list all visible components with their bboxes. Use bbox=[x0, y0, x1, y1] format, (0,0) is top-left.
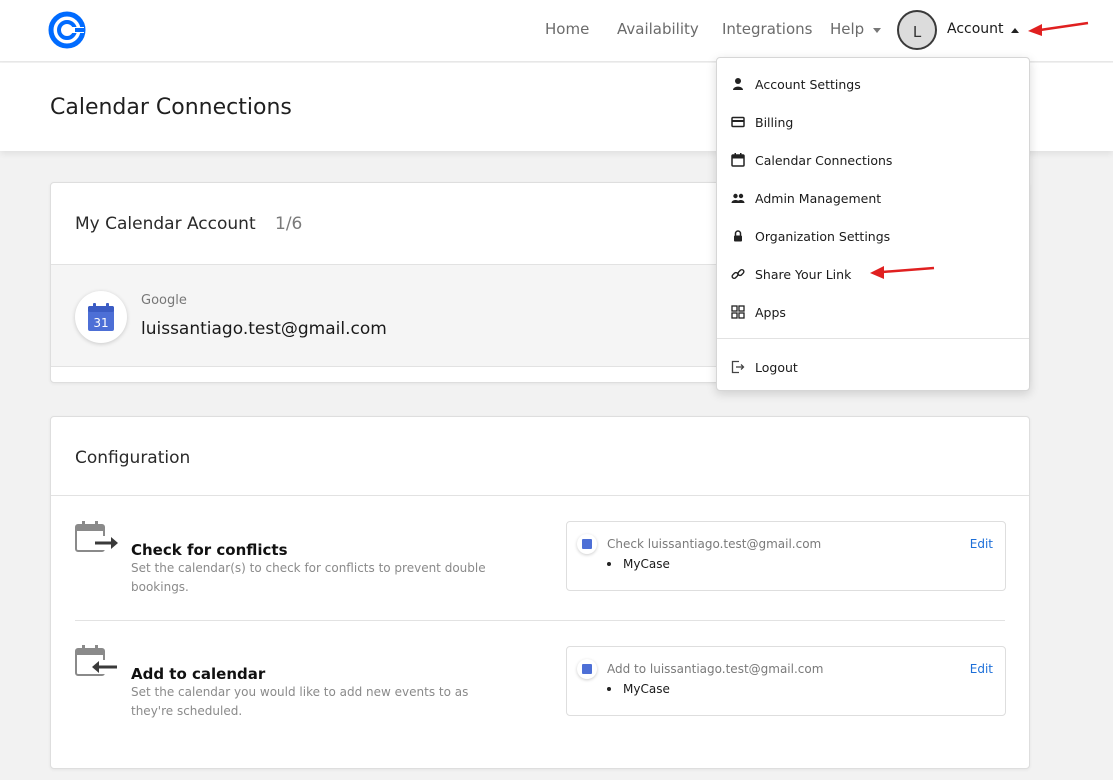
calendar-arrow-right-icon bbox=[75, 521, 118, 552]
calendar-arrow-left-icon bbox=[75, 645, 117, 676]
calendar-account-count: 1/6 bbox=[275, 214, 303, 234]
configuration-card: Configuration Check for conflicts Set th… bbox=[50, 416, 1030, 769]
menu-item-label: Billing bbox=[755, 115, 794, 130]
menu-item-calendar-connections[interactable]: Calendar Connections bbox=[717, 141, 1029, 179]
configuration-title: Configuration bbox=[75, 448, 191, 468]
menu-item-apps[interactable]: Apps bbox=[717, 293, 1029, 331]
nav-account-menu[interactable]: Account bbox=[947, 21, 1004, 37]
person-icon bbox=[733, 78, 743, 90]
help-chevron-down-icon[interactable] bbox=[873, 28, 881, 33]
calendar-provider: Google bbox=[141, 293, 187, 308]
google-calendar-badge: 31 bbox=[75, 291, 127, 343]
check-conflicts-account: Check luissantiago.test@gmail.com bbox=[607, 537, 822, 551]
menu-item-account-settings[interactable]: Account Settings bbox=[717, 65, 1029, 103]
check-conflicts-title: Check for conflicts bbox=[131, 541, 288, 559]
mini-google-calendar-badge bbox=[577, 534, 597, 554]
menu-item-billing[interactable]: Billing bbox=[717, 103, 1029, 141]
add-to-calendar-edit-link[interactable]: Edit bbox=[970, 662, 993, 676]
menu-item-label: Account Settings bbox=[755, 77, 861, 92]
menu-divider bbox=[717, 338, 1029, 339]
annotation-arrow-icon bbox=[1028, 21, 1089, 36]
credit-card-icon bbox=[731, 116, 745, 128]
add-to-calendar-box: Add to luissantiago.test@gmail.com Edit … bbox=[566, 646, 1006, 716]
bullet-dot bbox=[607, 687, 611, 691]
annotation-arrow-icon bbox=[870, 266, 935, 279]
menu-item-label: Calendar Connections bbox=[755, 153, 893, 168]
check-conflicts-description: Set the calendar(s) to check for conflic… bbox=[131, 561, 486, 594]
link-icon bbox=[731, 268, 745, 280]
calendar-account-title: My Calendar Account bbox=[75, 214, 256, 234]
menu-item-logout[interactable]: Logout bbox=[717, 348, 1029, 386]
menu-item-label: Organization Settings bbox=[755, 229, 891, 244]
mini-calendar-icon bbox=[582, 539, 592, 549]
top-navigation: Home Availability Integrations Help L Ac… bbox=[0, 0, 1113, 62]
add-to-calendar-calendar: MyCase bbox=[623, 682, 670, 696]
add-to-calendar-account: Add to luissantiago.test@gmail.com bbox=[607, 662, 824, 676]
logout-icon bbox=[731, 360, 745, 374]
configuration-row-divider bbox=[75, 620, 1005, 621]
nav-help-menu[interactable]: Help bbox=[830, 20, 864, 38]
check-conflicts-edit-link[interactable]: Edit bbox=[970, 537, 993, 551]
calendar-icon bbox=[731, 153, 745, 167]
apps-grid-icon bbox=[731, 305, 745, 319]
menu-item-organization-settings[interactable]: Organization Settings bbox=[717, 217, 1029, 255]
menu-item-label: Admin Management bbox=[755, 191, 882, 206]
account-dropdown-menu: Account Settings Billing Calendar Connec… bbox=[716, 57, 1030, 391]
google-calendar-icon: 31 bbox=[88, 303, 114, 331]
nav-integrations-link[interactable]: Integrations bbox=[722, 20, 812, 38]
menu-item-label: Apps bbox=[755, 305, 786, 320]
google-calendar-day: 31 bbox=[93, 316, 108, 330]
avatar-initial: L bbox=[912, 22, 922, 41]
mini-calendar-icon bbox=[582, 664, 592, 674]
menu-item-label: Share Your Link bbox=[755, 267, 852, 282]
menu-item-admin-management[interactable]: Admin Management bbox=[717, 179, 1029, 217]
add-to-calendar-title: Add to calendar bbox=[131, 665, 266, 683]
check-conflicts-calendar: MyCase bbox=[623, 557, 670, 571]
configuration-divider bbox=[51, 495, 1029, 496]
user-avatar[interactable]: L bbox=[897, 10, 937, 50]
calendly-logo-icon[interactable] bbox=[48, 11, 86, 49]
bullet-dot bbox=[607, 562, 611, 566]
check-conflicts-box: Check luissantiago.test@gmail.com Edit M… bbox=[566, 521, 1006, 591]
calendar-email: luissantiago.test@gmail.com bbox=[141, 319, 387, 339]
page-title: Calendar Connections bbox=[50, 95, 292, 120]
nav-availability-link[interactable]: Availability bbox=[617, 20, 699, 38]
lock-icon bbox=[734, 230, 742, 242]
add-to-calendar-description: Set the calendar you would like to add n… bbox=[131, 685, 469, 718]
mini-google-calendar-badge bbox=[577, 659, 597, 679]
account-chevron-up-icon[interactable] bbox=[1011, 28, 1019, 33]
menu-item-label: Logout bbox=[755, 360, 798, 375]
nav-home-link[interactable]: Home bbox=[545, 20, 589, 38]
people-icon bbox=[731, 193, 745, 203]
